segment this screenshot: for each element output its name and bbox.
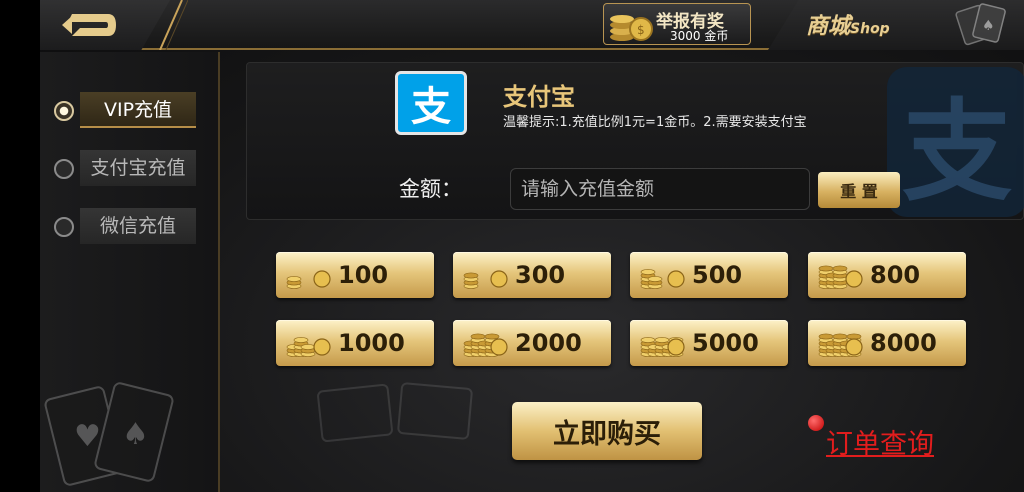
- shop-title: 商城Shop: [806, 8, 890, 40]
- coin-option-amount: 500: [692, 261, 743, 289]
- coin-option-button[interactable]: 2000: [453, 320, 611, 366]
- coin-option-amount: 5000: [692, 329, 759, 357]
- payment-method-name: 支付宝: [503, 83, 575, 111]
- coin-option-amount: 1000: [338, 329, 405, 357]
- report-reward-button[interactable]: $ 举报有奖 3000 金币: [603, 3, 751, 45]
- sidebar-item-label: VIP充值: [80, 92, 196, 128]
- coin-option-amount: 100: [338, 261, 389, 289]
- order-query-link[interactable]: 订单查询: [826, 422, 934, 461]
- reset-button[interactable]: 重 置: [818, 172, 900, 208]
- radio-unselected-icon: [54, 159, 74, 179]
- sidebar-item-label: 支付宝充值: [80, 150, 196, 186]
- alipay-logo-icon: 支: [395, 71, 467, 135]
- shop-title-cn: 商城: [806, 14, 851, 39]
- sidebar-item-label: 微信充值: [80, 208, 196, 244]
- header-divider: [159, 0, 188, 50]
- sidebar: VIP充值 支付宝充值 微信充值 ♥ ♠: [40, 52, 220, 492]
- radio-unselected-icon: [54, 217, 74, 237]
- amount-label: 金额：: [399, 177, 462, 201]
- coin-option-button[interactable]: 800: [808, 252, 966, 298]
- coin-option-button[interactable]: 300: [453, 252, 611, 298]
- gold-coins-icon: [286, 337, 331, 357]
- shop-title-en: Shop: [850, 21, 890, 37]
- gold-coins-icon: [818, 265, 863, 289]
- payment-tip: 温馨提示:1.充值比例1元=1金币。2.需要安装支付宝: [503, 115, 807, 130]
- shop-screen: $ 举报有奖 3000 金币 商城Shop ♠ VIP充值 支付宝充值 微信充值…: [40, 0, 1024, 492]
- coin-option-amount: 300: [515, 261, 566, 289]
- gold-coins-icon: [463, 270, 508, 289]
- coin-option-amount: 800: [870, 261, 921, 289]
- sidebar-item-alipay[interactable]: 支付宝充值: [54, 150, 214, 188]
- alipay-watermark: 支: [887, 67, 1024, 217]
- alipay-logo-char: 支: [411, 84, 451, 130]
- notification-dot-icon: [808, 415, 824, 431]
- coin-option-amount: 2000: [515, 329, 582, 357]
- coin-option-button[interactable]: 8000: [808, 320, 966, 366]
- report-amount: 3000 金币: [670, 29, 729, 43]
- gold-coins-icon: [640, 269, 685, 289]
- alipay-panel: 支 支 支付宝 温馨提示:1.充值比例1元=1金币。2.需要安装支付宝 金额： …: [246, 62, 1024, 220]
- coin-option-button[interactable]: 100: [276, 252, 434, 298]
- shop-tab[interactable]: 商城Shop ♠: [768, 0, 1024, 50]
- svg-text:♠: ♠: [982, 18, 995, 34]
- decorative-table-cards-icon: [317, 382, 473, 443]
- radio-selected-icon: [54, 101, 74, 121]
- coin-stack-icon: $: [610, 15, 653, 41]
- decorative-cards-icon: ♥ ♠: [44, 382, 174, 486]
- coin-option-button[interactable]: 1000: [276, 320, 434, 366]
- svg-text:♠: ♠: [122, 417, 149, 452]
- svg-text:♥: ♥: [74, 419, 101, 454]
- coin-option-button[interactable]: 5000: [630, 320, 788, 366]
- top-bar: $ 举报有奖 3000 金币 商城Shop ♠: [40, 0, 1024, 50]
- gold-coins-icon: [463, 333, 508, 357]
- gold-coins-icon: [286, 270, 331, 289]
- back-arrow-icon: [62, 14, 116, 36]
- gold-coins-icon: [818, 333, 863, 357]
- coin-option-button[interactable]: 500: [630, 252, 788, 298]
- coin-option-amount: 8000: [870, 329, 937, 357]
- buy-now-button[interactable]: 立即购买: [512, 402, 702, 460]
- sidebar-item-vip[interactable]: VIP充值: [54, 92, 214, 130]
- playing-card-icon: ♠: [955, 3, 1006, 46]
- sidebar-item-wechat[interactable]: 微信充值: [54, 208, 214, 246]
- gold-coins-icon: [640, 337, 685, 357]
- amount-input[interactable]: [510, 168, 810, 210]
- svg-text:$: $: [637, 23, 645, 37]
